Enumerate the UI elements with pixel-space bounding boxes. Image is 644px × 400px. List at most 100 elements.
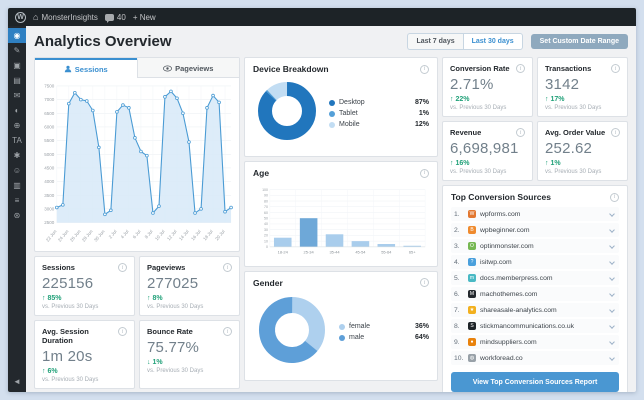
tab-pageviews[interactable]: Pageviews — [136, 58, 239, 78]
svg-text:40: 40 — [264, 222, 268, 226]
bar-chart-svg: 010203040506070809010018-24 25-34 35-44 45-… — [262, 188, 426, 254]
favicon-icon: W — [468, 210, 476, 218]
info-icon[interactable]: i — [420, 278, 429, 288]
sidebar-item-collapse[interactable]: ◄ — [8, 374, 26, 389]
sidebar-item-monsterinsights[interactable]: ◉ — [8, 28, 26, 43]
device-breakdown-panel: Device Breakdown i Desktop 87% Tablet 1% Mob… — [244, 57, 438, 157]
stat-change: ↑ 85% — [42, 295, 62, 303]
sidebar-item-comments[interactable]: ✉ — [8, 88, 26, 103]
sidebar-item-media[interactable]: ▣ — [8, 58, 26, 73]
stat-label: Transactions — [545, 64, 592, 73]
chevron-down-icon[interactable] — [609, 243, 615, 249]
stat-label: Conversion Rate — [450, 64, 510, 73]
tab-pageviews-label: Pageviews — [175, 64, 214, 73]
site-menu[interactable]: ⌂ MonsterInsights — [33, 12, 98, 22]
svg-text:35-44: 35-44 — [329, 249, 340, 254]
source-row[interactable]: 5. m docs.memberpress.com — [451, 271, 619, 285]
svg-text:28 Jun: 28 Jun — [81, 229, 94, 243]
gender-panel: Gender i female 36% male 64% — [244, 270, 438, 381]
last-7-days-button[interactable]: Last 7 days — [407, 33, 463, 50]
sidebar-item-appearance[interactable]: ◐ — [8, 103, 26, 118]
source-row[interactable]: 9. ● mindsuppliers.com — [451, 335, 619, 349]
source-row[interactable]: 1. Wwpforms.com — [451, 207, 619, 221]
svg-text:4000: 4000 — [44, 179, 55, 184]
sidebar-item-menu[interactable]: ≡ — [8, 193, 26, 208]
source-domain: mindsuppliers.com — [480, 338, 537, 346]
chevron-down-icon[interactable] — [609, 227, 615, 233]
stat-card-header: Bounce Rate i — [147, 327, 232, 337]
stat-period: vs. Previous 30 Days — [147, 304, 204, 311]
stat-period: vs. Previous 30 Days — [42, 304, 99, 311]
legend-item: Tablet 1% — [329, 110, 429, 117]
info-icon[interactable]: i — [516, 128, 525, 137]
info-icon[interactable]: i — [118, 327, 127, 337]
down-arrow-icon: ↓ — [147, 359, 151, 367]
stat-change: ↑ 16% — [450, 160, 470, 167]
svg-text:10: 10 — [264, 239, 268, 243]
source-rank: 2. — [454, 226, 460, 234]
info-icon[interactable]: i — [420, 168, 429, 178]
wordpress-logo-icon[interactable]: W — [15, 11, 26, 23]
stat-label: Revenue — [450, 128, 482, 137]
sidebar-item-settings[interactable]: ⊛ — [8, 208, 26, 223]
comments-menu[interactable]: 40 — [104, 13, 126, 23]
age-title: Age — [253, 168, 270, 178]
source-row[interactable]: 4.? isitwp.com — [451, 255, 619, 269]
eye-icon — [163, 65, 173, 72]
chevron-down-icon[interactable] — [609, 211, 615, 217]
svg-text:100: 100 — [262, 188, 268, 192]
sidebar-item-tools[interactable]: ✱ — [8, 148, 26, 163]
legend-label: male — [349, 334, 365, 342]
chevron-down-icon[interactable] — [609, 275, 615, 281]
chevron-down-icon[interactable] — [609, 291, 615, 297]
chevron-down-icon[interactable] — [609, 259, 615, 265]
source-row[interactable]: 6. Mmachothemes.com — [451, 287, 619, 301]
source-row[interactable]: 8. Sstickmancommunications.co.uk — [451, 319, 619, 333]
sidebar-item-plugins[interactable]: ⊕ — [8, 118, 26, 133]
info-icon[interactable]: i — [223, 327, 232, 337]
set-custom-date-range-button[interactable]: Set Custom Date Range — [530, 34, 628, 49]
sidebar-item-users[interactable]: ☺ — [8, 163, 26, 178]
info-icon[interactable]: i — [611, 64, 620, 73]
chevron-down-icon[interactable] — [609, 323, 615, 329]
sidebar-item-analytics[interactable]: ▥ — [8, 178, 26, 193]
sidebar-item-posts[interactable]: ✎ — [8, 43, 26, 58]
source-rank: 3. — [454, 242, 460, 250]
sidebar-item-ta-plugin[interactable]: TA — [8, 133, 26, 148]
favicon-icon: ★ — [468, 306, 476, 314]
date-range-controls: Last 7 days Last 30 days Set Custom Date… — [407, 33, 628, 50]
device-breakdown-title: Device Breakdown — [253, 64, 329, 74]
chevron-down-icon[interactable] — [609, 339, 615, 345]
new-menu[interactable]: + New — [133, 13, 156, 22]
screenshot-frame: W ⌂ MonsterInsights 40 + New ◉ ✎ ▣ ▤ ✉ ◐ ⊕ TA ✱ ☺… — [0, 0, 644, 400]
view-sources-report-button[interactable]: View Top Conversion Sources Report — [451, 372, 619, 392]
info-icon[interactable]: i — [610, 192, 619, 202]
device-legend: Desktop 87% Tablet 1% Mobile 12% — [329, 99, 429, 128]
info-icon[interactable]: i — [611, 128, 620, 137]
stat-card: Conversion Rate i 2.71% ↑ 22% vs. Previous 3… — [442, 57, 533, 117]
info-icon[interactable]: i — [420, 64, 429, 74]
svg-text:4 Jul: 4 Jul — [120, 229, 130, 240]
chevron-down-icon[interactable] — [609, 355, 615, 361]
svg-text:80: 80 — [264, 199, 268, 203]
info-icon[interactable]: i — [118, 263, 127, 273]
last-30-days-button[interactable]: Last 30 days — [462, 33, 523, 50]
chevron-down-icon[interactable] — [609, 307, 615, 313]
svg-text:6000: 6000 — [44, 125, 55, 130]
info-icon[interactable]: i — [223, 263, 232, 273]
source-row[interactable]: 2. Bwpbeginner.com — [451, 223, 619, 237]
source-row[interactable]: 10. ◍ workforead.co — [451, 351, 619, 365]
svg-text:18 Jul: 18 Jul — [202, 229, 214, 242]
legend-item: Mobile 12% — [329, 121, 429, 128]
sidebar-item-pages[interactable]: ▤ — [8, 73, 26, 88]
svg-text:14 Jul: 14 Jul — [178, 229, 190, 242]
new-label: + New — [132, 12, 156, 22]
source-row[interactable]: 3. Ooptinmonster.com — [451, 239, 619, 253]
up-arrow-icon: ↑ — [42, 368, 46, 376]
tab-sessions[interactable]: Sessions — [35, 58, 137, 78]
gender-legend: female 36% male 64% — [339, 323, 429, 341]
source-row[interactable]: 7. ★ shareasale-analytics.com — [451, 303, 619, 317]
svg-text:70: 70 — [264, 205, 268, 209]
sources-list: 1. Wwpforms.com 2. Bwpbeginner.com 3. Ooptinm… — [451, 207, 619, 367]
info-icon[interactable]: i — [516, 64, 525, 73]
